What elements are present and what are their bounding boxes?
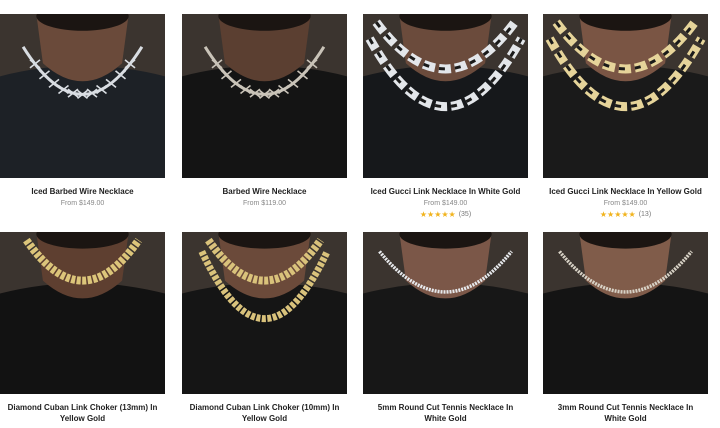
product-price: From $119.00	[242, 200, 287, 207]
product-name[interactable]: Iced Gucci Link Necklace In White Gold	[363, 186, 528, 197]
review-count: (35)	[458, 211, 472, 218]
product-name[interactable]: Diamond Cuban Link Choker (13mm) In Yell…	[0, 402, 165, 424]
necklace-photo	[363, 14, 528, 178]
product-name[interactable]: 3mm Round Cut Tennis Necklace In White G…	[543, 402, 708, 424]
necklace-photo	[543, 232, 708, 394]
product-card[interactable]: Diamond Cuban Link Choker (13mm) In Yell…	[0, 232, 165, 424]
product-card[interactable]: Iced Barbed Wire Necklace From $149.00	[0, 14, 165, 207]
review-count: (13)	[638, 211, 652, 218]
product-card[interactable]: Iced Gucci Link Necklace In White Gold F…	[363, 14, 528, 219]
product-rating: ★★★★★ (35)	[363, 210, 528, 219]
product-image[interactable]	[363, 232, 528, 394]
product-name[interactable]: Iced Barbed Wire Necklace	[0, 186, 165, 197]
product-grid: Iced Barbed Wire Necklace From $149.00 B…	[0, 0, 720, 428]
product-name[interactable]: 5mm Round Cut Tennis Necklace In White G…	[363, 402, 528, 424]
necklace-photo	[543, 14, 708, 178]
product-rating: ★★★★★ (13)	[543, 210, 708, 219]
product-price: From $149.00	[60, 200, 105, 207]
product-card[interactable]: Barbed Wire Necklace From $119.00	[182, 14, 347, 207]
product-card[interactable]: Diamond Cuban Link Choker (10mm) In Yell…	[182, 232, 347, 424]
necklace-photo	[0, 232, 165, 394]
product-image[interactable]	[182, 14, 347, 178]
necklace-photo	[182, 232, 347, 394]
necklace-photo	[182, 14, 347, 178]
product-name[interactable]: Diamond Cuban Link Choker (10mm) In Yell…	[182, 402, 347, 424]
product-price: From $149.00	[423, 200, 468, 207]
product-price: From $149.00	[603, 200, 648, 207]
necklace-photo	[363, 232, 528, 394]
product-image[interactable]	[363, 14, 528, 178]
product-image[interactable]	[543, 14, 708, 178]
star-rating-icon: ★★★★★	[419, 210, 456, 219]
product-image[interactable]	[182, 232, 347, 394]
product-image[interactable]	[0, 232, 165, 394]
product-card[interactable]: 5mm Round Cut Tennis Necklace In White G…	[363, 232, 528, 424]
star-rating-icon: ★★★★★	[599, 210, 636, 219]
product-card[interactable]: Iced Gucci Link Necklace In Yellow Gold …	[543, 14, 708, 219]
product-image[interactable]	[543, 232, 708, 394]
necklace-photo	[0, 14, 165, 178]
product-name[interactable]: Iced Gucci Link Necklace In Yellow Gold	[543, 186, 708, 197]
product-name[interactable]: Barbed Wire Necklace	[182, 186, 347, 197]
product-card[interactable]: 3mm Round Cut Tennis Necklace In White G…	[543, 232, 708, 424]
product-image[interactable]	[0, 14, 165, 178]
